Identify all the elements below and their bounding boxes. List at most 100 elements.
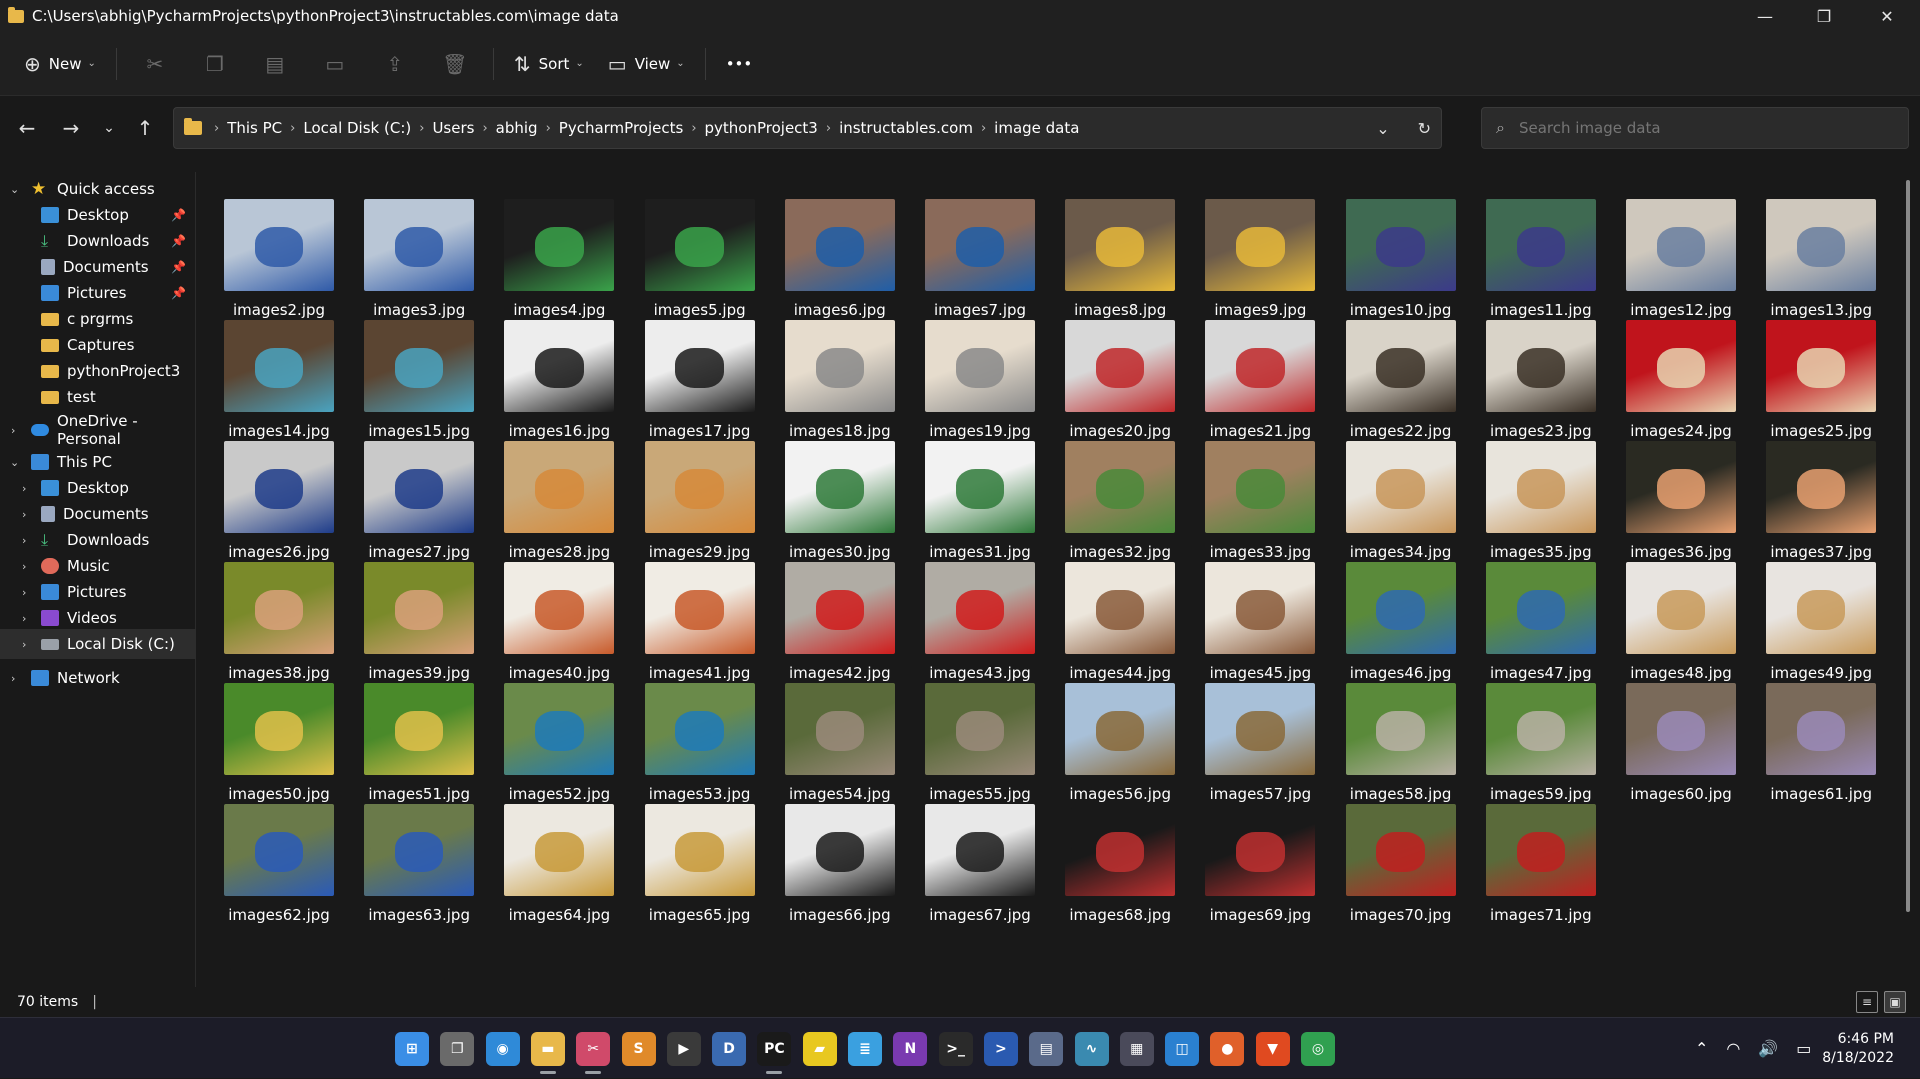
vertical-scrollbar[interactable] (1906, 180, 1910, 912)
search-input[interactable] (1518, 119, 1879, 137)
file-item[interactable]: images7.jpg (913, 177, 1043, 319)
file-item[interactable]: images67.jpg (913, 782, 1043, 924)
volume-icon[interactable]: 🔊 (1758, 1039, 1778, 1058)
file-item[interactable]: images12.jpg (1614, 177, 1744, 319)
file-item[interactable]: images23.jpg (1474, 298, 1604, 440)
file-item[interactable]: images61.jpg (1754, 661, 1884, 803)
pycharm-icon[interactable]: PC (757, 1032, 792, 1074)
file-item[interactable]: images31.jpg (913, 419, 1043, 561)
address-history-button[interactable]: ⌄ (1376, 119, 1389, 138)
chevron-right-icon[interactable]: › (22, 560, 26, 573)
file-item[interactable]: images46.jpg (1334, 540, 1464, 682)
file-item[interactable]: images4.jpg (492, 177, 622, 319)
file-item[interactable]: images57.jpg (1193, 661, 1323, 803)
file-item[interactable]: images69.jpg (1193, 782, 1323, 924)
close-button[interactable]: ✕ (1858, 0, 1916, 32)
resource-monitor-icon[interactable]: ∿ (1074, 1032, 1109, 1066)
sidebar-item-network[interactable]: › Network (0, 663, 196, 693)
address-bar[interactable]: › This PC › Local Disk (C:) › Users › ab… (173, 107, 1442, 149)
file-item[interactable]: images43.jpg (913, 540, 1043, 682)
clock[interactable]: 6:46 PM 8/18/2022 (1822, 1030, 1894, 1068)
file-item[interactable]: images24.jpg (1614, 298, 1744, 440)
share-button[interactable]: ⇪ (365, 44, 425, 84)
file-item[interactable]: images10.jpg (1334, 177, 1464, 319)
file-item[interactable]: images6.jpg (773, 177, 903, 319)
file-item[interactable]: images55.jpg (913, 661, 1043, 803)
file-item[interactable]: images60.jpg (1614, 661, 1744, 803)
file-item[interactable]: images18.jpg (773, 298, 903, 440)
calculator-icon[interactable]: ▦ (1119, 1032, 1154, 1066)
file-item[interactable]: images62.jpg (212, 782, 342, 924)
file-item[interactable]: images13.jpg (1754, 177, 1884, 319)
powershell-icon[interactable]: > (983, 1032, 1018, 1066)
file-item[interactable]: images44.jpg (1053, 540, 1183, 682)
onenote-icon[interactable]: N (893, 1032, 928, 1066)
chevron-right-icon[interactable]: › (22, 482, 26, 495)
file-item[interactable]: images8.jpg (1053, 177, 1183, 319)
file-item[interactable]: images45.jpg (1193, 540, 1323, 682)
cut-button[interactable]: ✂ (125, 44, 185, 84)
recent-locations-button[interactable]: ⌄ (92, 111, 126, 145)
start-icon[interactable]: ⊞ (395, 1032, 429, 1066)
server-icon[interactable]: ▤ (1029, 1032, 1064, 1066)
sidebar-item-local-disk[interactable]: › Local Disk (C:) (0, 629, 196, 659)
file-item[interactable]: images27.jpg (352, 419, 482, 561)
maximize-button[interactable]: ❐ (1795, 0, 1853, 32)
new-button[interactable]: ⊕ New ⌄ (12, 44, 108, 84)
browser-globe-icon[interactable]: ◉ (485, 1032, 520, 1066)
file-item[interactable]: images32.jpg (1053, 419, 1183, 561)
file-item[interactable]: images37.jpg (1754, 419, 1884, 561)
breadcrumb-pycharmprojects[interactable]: PycharmProjects (559, 119, 684, 137)
chevron-right-icon[interactable]: › (22, 612, 26, 625)
chevron-right-icon[interactable]: › (11, 424, 15, 437)
copy-button[interactable]: ❐ (185, 44, 245, 84)
file-item[interactable]: images53.jpg (633, 661, 763, 803)
file-item[interactable]: images54.jpg (773, 661, 903, 803)
file-item[interactable]: images63.jpg (352, 782, 482, 924)
file-item[interactable]: images68.jpg (1053, 782, 1183, 924)
file-item[interactable]: images51.jpg (352, 661, 482, 803)
wifi-icon[interactable]: ◠ (1726, 1039, 1740, 1058)
breadcrumb-this-pc[interactable]: This PC (227, 119, 282, 137)
sidebar-item-onedrive[interactable]: › OneDrive - Personal (0, 412, 196, 448)
file-item[interactable]: images28.jpg (492, 419, 622, 561)
task-view-icon[interactable]: ❐ (440, 1032, 475, 1066)
battery-icon[interactable]: ▭ (1796, 1039, 1811, 1058)
file-item[interactable]: images65.jpg (633, 782, 763, 924)
file-item[interactable]: images48.jpg (1614, 540, 1744, 682)
file-explorer-icon[interactable]: ▬ (530, 1032, 565, 1074)
file-item[interactable]: images71.jpg (1474, 782, 1604, 924)
firefox-icon[interactable]: ● (1210, 1032, 1245, 1066)
file-item[interactable]: images58.jpg (1334, 661, 1464, 803)
terminal-icon[interactable]: >_ (938, 1032, 973, 1066)
chevron-right-icon[interactable]: › (22, 534, 26, 547)
chevron-right-icon[interactable]: › (22, 586, 26, 599)
file-item[interactable]: images59.jpg (1474, 661, 1604, 803)
file-item[interactable]: images2.jpg (212, 177, 342, 319)
chevron-right-icon[interactable]: › (11, 672, 15, 685)
file-item[interactable]: images42.jpg (773, 540, 903, 682)
large-icons-view-button[interactable]: ▣ (1884, 991, 1906, 1013)
more-options-button[interactable]: ••• (714, 44, 765, 84)
breadcrumb-instructables[interactable]: instructables.com (839, 119, 973, 137)
file-item[interactable]: images29.jpg (633, 419, 763, 561)
breadcrumb-image-data[interactable]: image data (994, 119, 1079, 137)
details-view-button[interactable]: ≡ (1856, 991, 1878, 1013)
sidebar-item-test[interactable]: test (0, 382, 196, 412)
file-item[interactable]: images41.jpg (633, 540, 763, 682)
file-item[interactable]: images50.jpg (212, 661, 342, 803)
file-item[interactable]: images9.jpg (1193, 177, 1323, 319)
snipping-tool-icon[interactable]: ✂ (576, 1032, 611, 1074)
file-item[interactable]: images40.jpg (492, 540, 622, 682)
file-item[interactable]: images39.jpg (352, 540, 482, 682)
file-item[interactable]: images14.jpg (212, 298, 342, 440)
file-item[interactable]: images3.jpg (352, 177, 482, 319)
file-item[interactable]: images15.jpg (352, 298, 482, 440)
paste-button[interactable]: ▤ (245, 44, 305, 84)
file-item[interactable]: images21.jpg (1193, 298, 1323, 440)
chrome-icon[interactable]: ◎ (1301, 1032, 1335, 1066)
file-item[interactable]: images35.jpg (1474, 419, 1604, 561)
sort-button[interactable]: ⇅ Sort ⌄ (502, 44, 596, 84)
file-item[interactable]: images26.jpg (212, 419, 342, 561)
file-item[interactable]: images64.jpg (492, 782, 622, 924)
